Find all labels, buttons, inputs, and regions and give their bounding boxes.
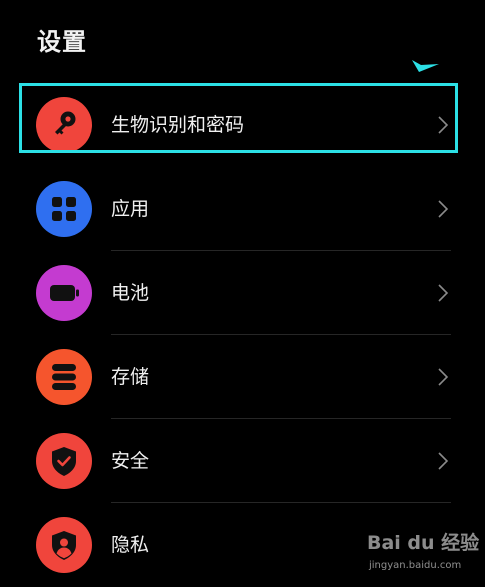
settings-item-label: 电池: [111, 282, 150, 304]
watermark-logo: Bai du 经验: [367, 532, 480, 554]
settings-item-label: 应用: [111, 198, 150, 220]
settings-item-security[interactable]: 安全: [0, 419, 485, 503]
shield-check-icon: [36, 433, 92, 489]
chevron-right-icon: [438, 284, 449, 302]
battery-icon: [36, 265, 92, 321]
chevron-right-icon: [438, 368, 449, 386]
settings-item-label: 隐私: [111, 534, 150, 556]
watermark-url: jingyan.baidu.com: [369, 560, 462, 571]
annotation-check-mark: [412, 60, 439, 72]
grid-icon: [36, 181, 92, 237]
baidu-jingyan-watermark: Bai du 经验 jingyan.baidu.com: [367, 528, 482, 578]
highlight-box: [19, 83, 458, 153]
settings-item-storage[interactable]: 存储: [0, 335, 485, 419]
chevron-right-icon: [438, 452, 449, 470]
settings-item-label: 存储: [111, 366, 150, 388]
settings-item-apps[interactable]: 应用: [0, 167, 485, 251]
settings-item-battery[interactable]: 电池: [0, 251, 485, 335]
storage-icon: [36, 349, 92, 405]
settings-item-label: 安全: [111, 450, 150, 472]
page-title: 设置: [37, 28, 87, 56]
chevron-right-icon: [438, 200, 449, 218]
shield-person-icon: [36, 517, 92, 573]
